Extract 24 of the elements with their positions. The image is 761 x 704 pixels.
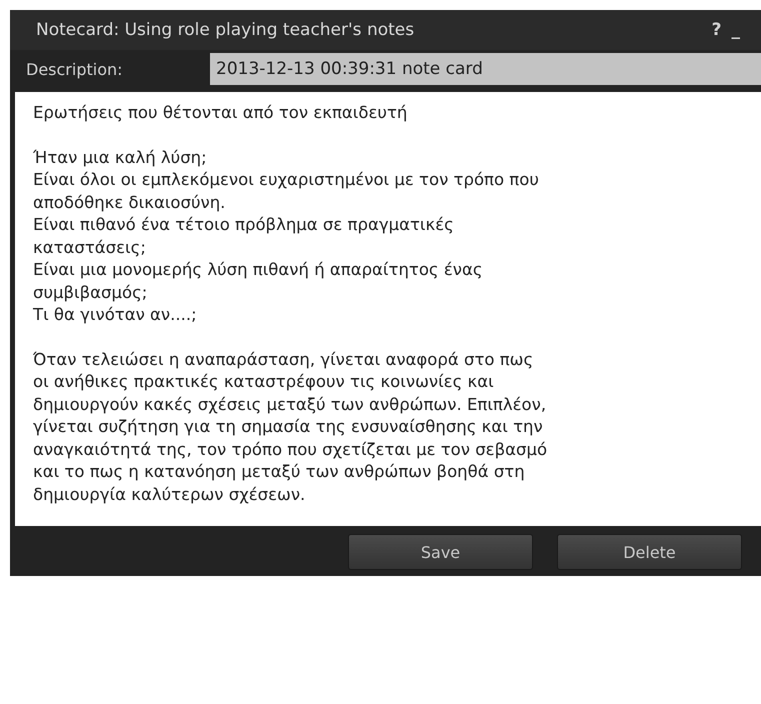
text-line: Όταν τελειώσει η αναπαράσταση, γίνεται αναφορά στο πως [33, 348, 534, 370]
action-button[interactable]: Delete [557, 534, 742, 570]
text-line: και το πως η κατανόηση μεταξύ των ανθρώπων βοηθά στη [33, 461, 525, 483]
title-bar-button[interactable]: _ [732, 20, 740, 40]
text-line: Ερωτήσεις που θέτονται από τον εκπαιδευτή [33, 102, 408, 124]
text-line: δημιουργούν κακές σχέσεις μεταξύ των ανθρώπων. Επιπλέον, [33, 394, 546, 416]
text-line: Τι θα γινόταν αν....; [33, 304, 197, 326]
text-line: αποδόθηκε δικαιοσύνη. [33, 192, 226, 214]
window-title: Notecard: Using role playing teacher's notes [36, 20, 414, 40]
description-field[interactable]: 2013-12-13 00:39:31 note card [210, 53, 761, 85]
text-line: Είναι πιθανό ένα τέτοιο πρόβλημα σε πραγματικές [33, 214, 454, 236]
text-line: γίνεται συζήτηση για τη σημασία της ενσυναίσθησης και την [33, 416, 543, 438]
title-bar-button[interactable]: ? [712, 20, 722, 40]
text-line: δημιουργία καλύτερων σχέσεων. [33, 484, 306, 506]
text-line: συμβιβασμός; [33, 282, 148, 304]
action-button[interactable]: Save [348, 534, 533, 570]
text-line: οι ανήθικες πρακτικές καταστρέφουν τις κοινωνίες και [33, 371, 494, 393]
text-line: Είναι όλοι οι εμπλεκόμενοι ευχαριστημένοι με τον τρόπο που [33, 169, 539, 191]
text-line: Είναι μια μονομερής λύση πιθανή ή απαραίτητος ένας [33, 259, 483, 281]
description-label: Description: [26, 60, 124, 78]
text-line: Ήταν μια καλή λύση; [33, 146, 207, 168]
text-line: αναγκαιότητά της, τον τρόπο που σχετίζεται με τον σεβασμό [33, 438, 548, 460]
notecard-text-area[interactable] [15, 92, 761, 526]
text-line: καταστάσεις; [33, 236, 146, 258]
